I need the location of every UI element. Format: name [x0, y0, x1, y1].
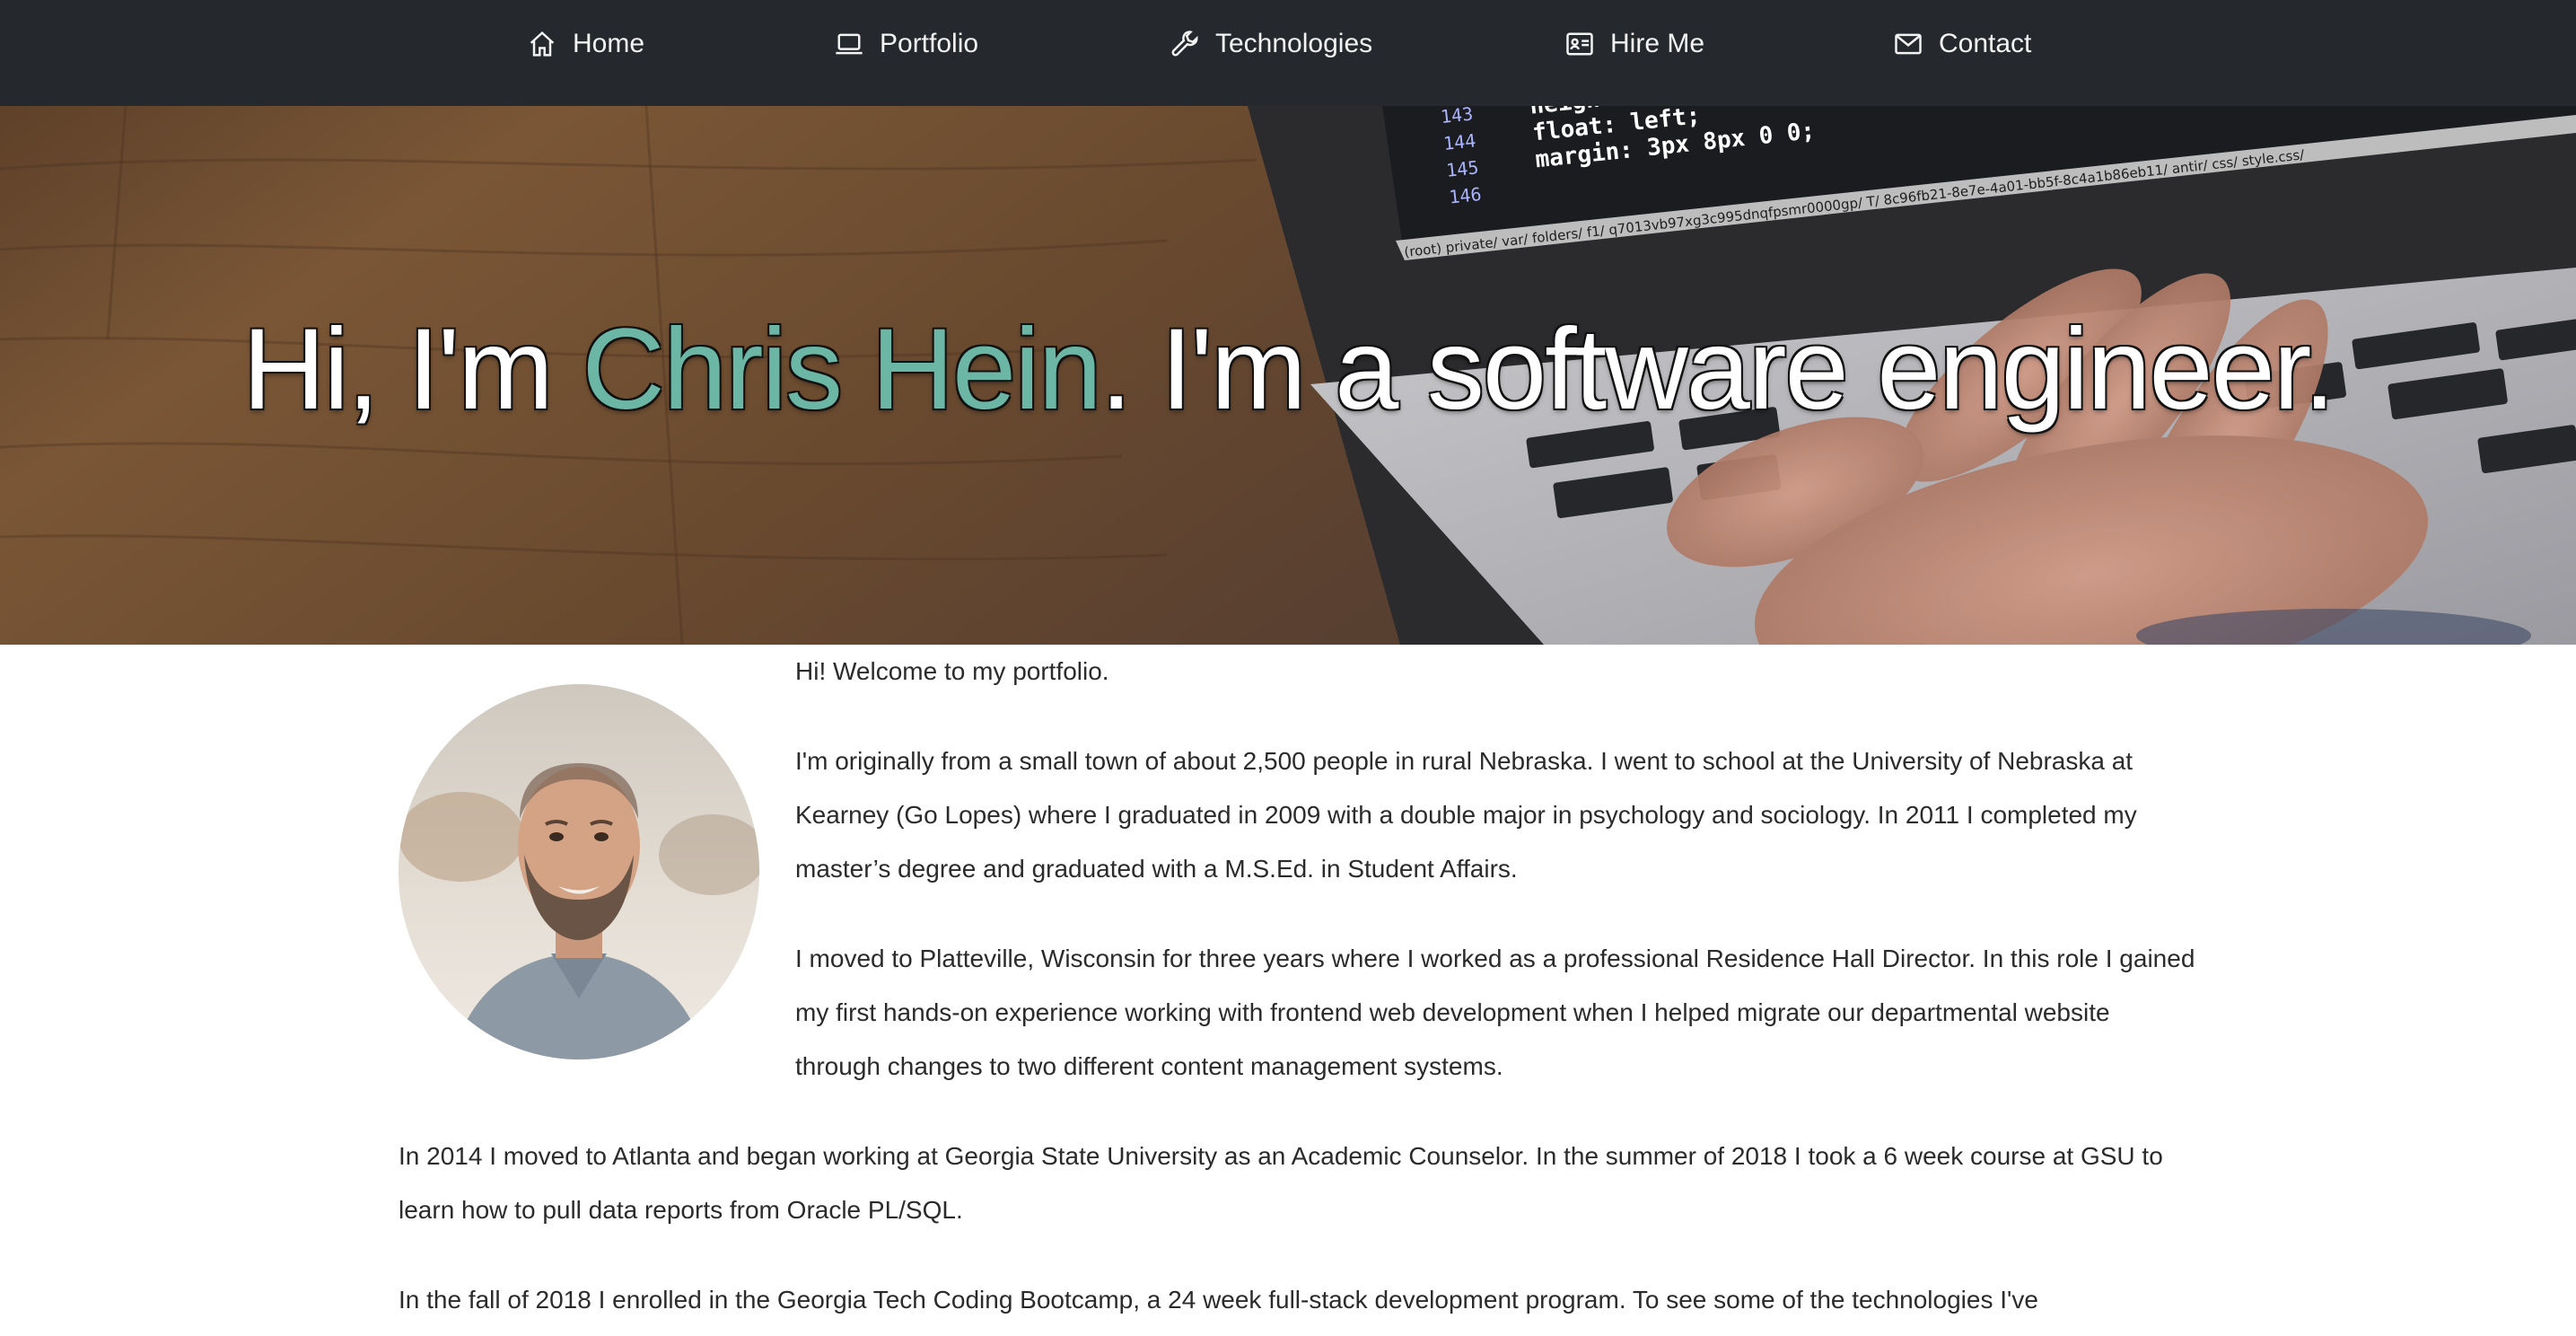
hero-greeting: Hi, I'm — [242, 305, 583, 434]
code-line-number: 145 — [1445, 156, 1479, 181]
nav-link-contact[interactable]: Contact — [1892, 0, 2031, 88]
about-platteville-paragraph: I moved to Platteville, Wisconsin for th… — [795, 945, 2195, 1080]
top-navbar: Home Portfolio Technologies Hire Me Cont… — [0, 0, 2576, 106]
nav-label-contact: Contact — [1939, 29, 2032, 58]
nav-link-technologies[interactable]: Technologies — [1169, 0, 1372, 88]
code-line-number: 146 — [1448, 183, 1482, 208]
home-icon — [526, 28, 558, 60]
laptop-icon — [833, 28, 865, 60]
nav-link-portfolio[interactable]: Portfolio — [833, 0, 978, 88]
nav-label-home: Home — [573, 29, 645, 58]
hero-headline: Hi, I'm Chris Hein. I'm a software engin… — [0, 303, 2576, 435]
code-line-number: 143 — [1440, 106, 1474, 127]
about-atlanta-paragraph: In 2014 I moved to Atlanta and began wor… — [399, 1142, 2163, 1224]
nav-label-technologies: Technologies — [1215, 29, 1373, 58]
code-line-number: 144 — [1442, 129, 1476, 154]
about-welcome-text: Hi! Welcome to my portfolio. — [795, 657, 1109, 685]
profile-photo — [399, 684, 759, 1059]
envelope-icon — [1892, 28, 1924, 60]
nav-label-hire-me: Hire Me — [1610, 29, 1705, 58]
nav-link-hire-me[interactable]: Hire Me — [1564, 0, 1704, 88]
hero-tagline: . I'm a software engineer. — [1100, 305, 2335, 434]
nav-link-home[interactable]: Home — [526, 0, 644, 88]
about-bootcamp-paragraph: In the fall of 2018 I enrolled in the Ge… — [399, 1286, 2038, 1314]
about-origin-paragraph: I'm originally from a small town of abou… — [795, 747, 2137, 883]
id-card-icon — [1564, 28, 1596, 60]
nav-label-portfolio: Portfolio — [880, 29, 979, 58]
hero-name: Chris Hein — [582, 305, 1101, 434]
wrench-icon — [1169, 28, 1201, 60]
hero-banner: 143 144 145 146 height: 18px; float: lef… — [0, 106, 2576, 645]
